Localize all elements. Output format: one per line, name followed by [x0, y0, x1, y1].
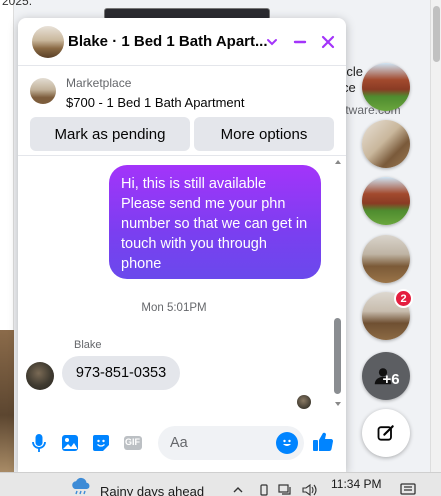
chat-scrollbar-thumb[interactable]	[334, 318, 341, 394]
taskbar: Rainy days ahead 11:34 PM	[0, 472, 441, 496]
background-photo	[0, 330, 14, 472]
more-chats-count: +6	[382, 370, 400, 388]
gif-label: GIF	[125, 437, 140, 447]
microphone-icon[interactable]	[28, 432, 50, 454]
chat-scrollbar[interactable]	[333, 158, 343, 412]
listing-panel: Marketplace $700 - 1 Bed 1 Bath Apartmen…	[18, 68, 346, 156]
listing-source: Marketplace	[66, 76, 132, 90]
background-left-panel	[0, 0, 14, 472]
weather-text[interactable]: Rainy days ahead	[100, 484, 204, 496]
scroll-down-arrow[interactable]	[335, 402, 341, 406]
chat-head-2[interactable]	[362, 120, 410, 168]
sent-message: Hi, this is still available Please send …	[109, 165, 321, 279]
battery-icon[interactable]	[258, 484, 270, 496]
chat-header[interactable]: Blake · 1 Bed 1 Bath Apart...	[18, 18, 346, 66]
compose-icon	[377, 425, 394, 441]
mark-as-pending-button[interactable]: Mark as pending	[30, 117, 190, 151]
chevron-up-icon[interactable]	[232, 485, 244, 495]
background-year-text: 2025.	[2, 0, 33, 8]
network-icon[interactable]	[278, 484, 292, 496]
scroll-up-arrow[interactable]	[335, 160, 341, 164]
listing-title[interactable]: $700 - 1 Bed 1 Bath Apartment	[66, 95, 245, 110]
conversation-avatar[interactable]	[32, 26, 64, 58]
message-input-placeholder: Aa	[170, 435, 188, 451]
more-options-button[interactable]: More options	[194, 117, 334, 151]
unread-badge: 2	[394, 289, 413, 308]
chat-head-4[interactable]	[362, 235, 410, 283]
gif-icon[interactable]: GIF	[122, 432, 144, 454]
message-timestamp: Mon 5:01PM	[141, 302, 207, 314]
close-icon[interactable]	[318, 32, 338, 52]
emoji-icon[interactable]	[276, 432, 298, 454]
taskbar-clock[interactable]: 11:34 PM	[331, 477, 381, 491]
volume-icon[interactable]	[302, 484, 318, 496]
chat-title[interactable]: Blake · 1 Bed 1 Bath Apart...	[68, 33, 268, 50]
chat-window: Blake · 1 Bed 1 Bath Apart... Marketplac…	[18, 18, 346, 472]
seen-indicator	[297, 395, 311, 409]
notifications-icon[interactable]	[400, 483, 416, 495]
chat-head-3[interactable]	[362, 177, 410, 225]
rain-cloud-icon[interactable]	[70, 477, 92, 495]
new-message-button[interactable]	[362, 409, 410, 457]
chat-head-1[interactable]	[362, 63, 410, 111]
more-chats-button[interactable]: +6	[362, 352, 410, 400]
sender-avatar[interactable]	[26, 362, 54, 390]
sticker-icon[interactable]	[90, 432, 112, 454]
page-scrollbar-thumb[interactable]	[433, 6, 440, 62]
photo-icon[interactable]	[59, 432, 81, 454]
chevron-down-icon[interactable]	[262, 32, 282, 52]
thumbs-up-icon[interactable]	[312, 431, 334, 453]
composer-bar: GIF Aa	[18, 418, 346, 472]
minimize-icon[interactable]	[290, 32, 310, 52]
sender-name: Blake	[74, 339, 102, 351]
page-scrollbar[interactable]	[430, 0, 441, 472]
message-input[interactable]: Aa	[158, 426, 304, 460]
listing-thumbnail[interactable]	[30, 78, 56, 104]
received-message: 973-851-0353	[62, 356, 180, 390]
